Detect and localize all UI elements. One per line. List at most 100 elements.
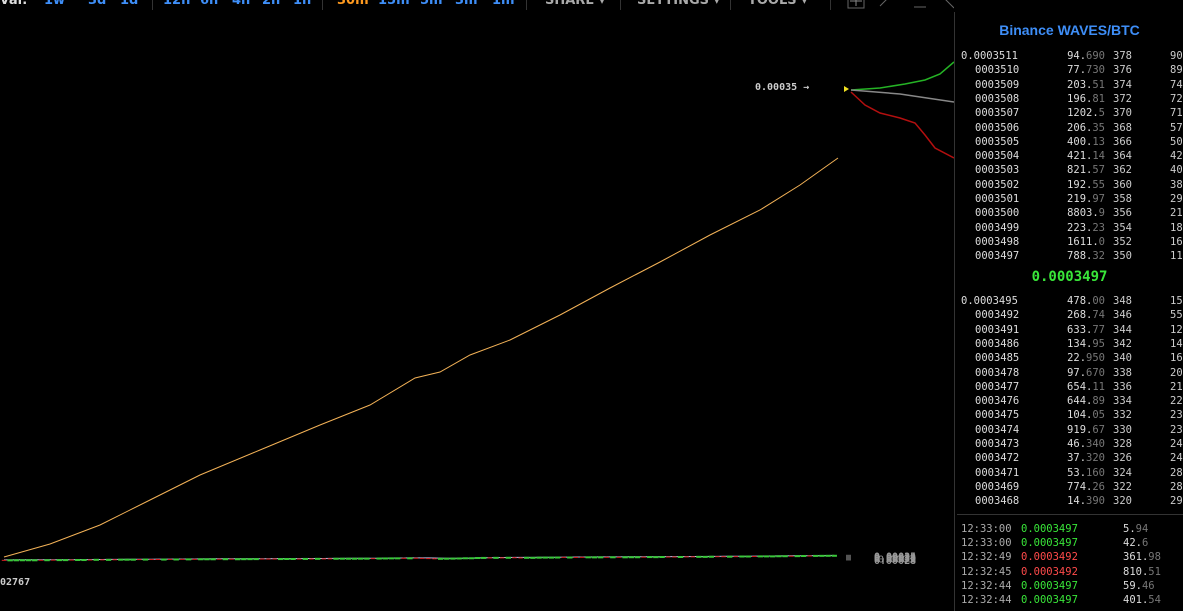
candle-body [185, 558, 192, 561]
order-total: 212 [1170, 207, 1183, 220]
candle-body [13, 559, 20, 562]
candle-body [100, 559, 105, 561]
candle-body [173, 558, 179, 561]
candle-body [789, 555, 794, 557]
candle-body [493, 556, 499, 559]
asks-row[interactable]: 0003510 77.730 376 895 [955, 63, 1183, 77]
asks-row[interactable]: 0.0003511 94.690 378 902 [955, 49, 1183, 63]
order-count: 328 [1113, 438, 1132, 450]
order-total: 895 [1170, 64, 1183, 77]
bids-row[interactable]: 0003468 14.390 320 291 [955, 494, 1183, 508]
candle-body [432, 558, 437, 560]
order-total: 291 [1170, 495, 1183, 508]
candle-body [807, 555, 812, 557]
order-amount-frac: 81 [1092, 92, 1105, 105]
order-amount-int: 219. [1067, 193, 1093, 205]
asks-row[interactable]: 0003503 821.57 362 406 [955, 163, 1183, 177]
order-amount: 644.89 [1039, 394, 1105, 408]
trade-amount: 401.54 [1123, 593, 1161, 607]
bids-row[interactable]: 0003473 46.340 328 241 [955, 437, 1183, 451]
bids-row[interactable]: 0003478 97.670 338 206 [955, 366, 1183, 380]
asks-row[interactable]: 0003501 219.97 358 293 [955, 192, 1183, 206]
candle-body [247, 558, 253, 561]
bids-row[interactable]: 0003469 774.26 322 286 [955, 480, 1183, 494]
bids-row[interactable]: 0003476 644.89 334 228 [955, 394, 1183, 408]
order-amount-int: 104. [1067, 409, 1093, 422]
order-total: 710 [1170, 107, 1183, 120]
order-price: 0003504 [975, 150, 1020, 163]
candle-body [548, 556, 555, 559]
bids-row[interactable]: 0.0003495 478.00 348 15 [955, 294, 1183, 308]
order-amount-int: 478. [1067, 295, 1093, 307]
bids-row[interactable]: 0003485 22.950 340 168 [955, 351, 1183, 365]
candle-body [38, 559, 44, 561]
order-amount-frac: 05 [1092, 409, 1105, 422]
order-amount-frac: 390 [1086, 495, 1105, 508]
bids-row[interactable]: 0003486 134.95 342 144 [955, 337, 1183, 351]
asks-row[interactable]: 0003497 788.32 350 114 [955, 249, 1183, 263]
order-amount-frac: 74 [1092, 309, 1105, 322]
order-amount-frac: 950 [1086, 352, 1105, 365]
asks-row[interactable]: 0003500 8803.9 356 212 [955, 206, 1183, 220]
asks-row[interactable]: 0003502 192.55 360 382 [955, 178, 1183, 192]
asks-row[interactable]: 0003504 421.14 364 423 [955, 149, 1183, 163]
bids-row[interactable]: 0003471 53.160 324 283 [955, 466, 1183, 480]
candle-body [819, 554, 825, 557]
order-count: 346 [1113, 309, 1132, 322]
bids-row[interactable]: 0003475 104.05 332 237 [955, 408, 1183, 422]
candle-body [394, 557, 401, 560]
order-amount-int: 206. [1067, 121, 1093, 134]
bids-row[interactable]: 0003492 268.74 346 55 [955, 308, 1183, 322]
order-count: 368 [1113, 121, 1132, 134]
asks-row[interactable]: 0003509 203.51 374 746 [955, 78, 1183, 92]
candle-body [75, 558, 81, 561]
bids-row[interactable]: 0003474 919.67 330 239 [955, 423, 1183, 437]
candle-body [825, 554, 831, 557]
candle-body [388, 557, 395, 560]
order-count: 344 [1113, 323, 1132, 336]
order-price: 0003473 [975, 438, 1020, 450]
candle-body [351, 557, 358, 560]
candle-body [794, 555, 801, 558]
order-amount: 37.320 [1039, 451, 1105, 465]
trade-amount-int: 42. [1123, 537, 1142, 550]
order-amount: 788.32 [1039, 249, 1105, 263]
candle-body [321, 558, 326, 560]
candle-body [450, 557, 456, 560]
candle-body [690, 556, 695, 558]
candle-body [130, 558, 136, 561]
candle-body [290, 558, 296, 561]
candle-body [426, 558, 431, 560]
trade-row: 12:32:44 0.0003497 59.46 [955, 579, 1183, 593]
asks-row[interactable]: 0003498 1611.0 352 166 [955, 235, 1183, 249]
order-amount-frac: 0 [1098, 235, 1105, 248]
trade-amount-int: 401. [1123, 594, 1149, 606]
trade-price: 0.0003497 [1021, 594, 1078, 606]
candle-body [51, 559, 56, 561]
candle-body [524, 556, 530, 559]
order-amount-frac: 9 [1098, 207, 1105, 220]
asks-row[interactable]: 0003505 400.13 366 501 [955, 135, 1183, 149]
trade-amount-int: 5. [1123, 523, 1136, 535]
order-total: 902 [1170, 50, 1183, 62]
asks-row[interactable]: 0003499 223.23 354 183 [955, 221, 1183, 235]
bids-row[interactable]: 0003472 37.320 326 241 [955, 451, 1183, 465]
candle-body [782, 555, 788, 558]
price-chart[interactable]: 0.000350.000340.000330.000320.000310.000… [0, 0, 954, 611]
order-amount: 774.26 [1039, 480, 1105, 494]
asks-row[interactable]: 0003508 196.81 372 725 [955, 92, 1183, 106]
asks-row[interactable]: 0003506 206.35 368 573 [955, 121, 1183, 135]
order-amount-frac: 67 [1092, 423, 1105, 436]
order-amount-int: 14. [1067, 495, 1087, 508]
candle-body [167, 558, 173, 560]
order-price: 0003486 [975, 337, 1020, 350]
bids-row[interactable]: 0003477 654.11 336 213 [955, 380, 1183, 394]
order-amount: 919.67 [1039, 423, 1105, 437]
order-total: 283 [1170, 466, 1183, 479]
asks-row[interactable]: 0003507 1202.5 370 710 [955, 106, 1183, 120]
candle-body [831, 554, 837, 557]
trade-price: 0.0003492 [1021, 565, 1078, 578]
order-amount-frac: 14 [1092, 150, 1105, 163]
candle-body [333, 557, 339, 560]
bids-row[interactable]: 0003491 633.77 344 127 [955, 323, 1183, 337]
